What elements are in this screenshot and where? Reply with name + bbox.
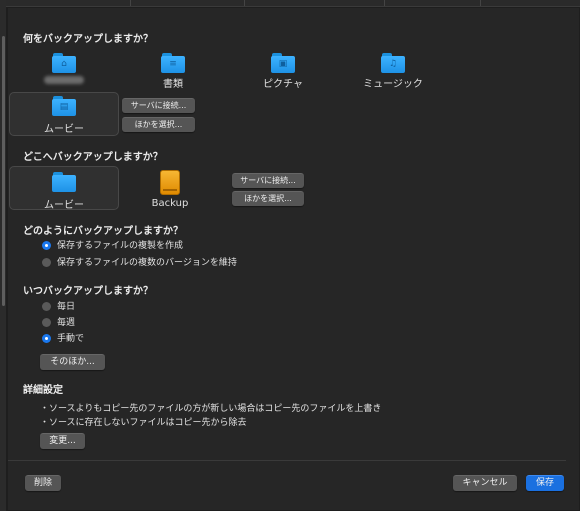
source-item-label: 書類 [163, 79, 183, 90]
folder-icon [52, 172, 76, 192]
radio-button[interactable] [42, 334, 51, 343]
movies-folder-icon: ▤ [52, 96, 76, 116]
source-item-documents[interactable]: ≡ 書類 [143, 53, 203, 90]
dest-item-backup-drive[interactable]: Backup [140, 170, 200, 209]
radio-label: 保存するファイルの複数のバージョンを維持 [57, 258, 237, 268]
top-toolbar-strip [0, 0, 580, 7]
source-item-pictures[interactable]: ▣ ピクチャ [253, 53, 313, 90]
radio-label: 毎週 [57, 318, 76, 328]
source-heading: 何をバックアップしますか？ [23, 34, 153, 45]
source-item-label: ミュージック [363, 79, 423, 90]
music-folder-icon: ♫ [381, 53, 405, 73]
save-button[interactable]: 保存 [526, 475, 564, 491]
sidebar-scrollbar[interactable] [0, 0, 6, 511]
source-connect-server-button[interactable]: サーバに接続... [122, 98, 195, 113]
details-heading: 詳細設定 [23, 385, 63, 396]
footer-divider [8, 460, 566, 461]
details-line: ・ソースよりもコピー先のファイルの方が新しい場合はコピー先のファイルを上書き [40, 404, 382, 414]
source-item-label: ムービー [44, 124, 84, 135]
dest-item-label: Backup [151, 198, 189, 209]
source-item-home[interactable]: ⌂ [34, 53, 94, 84]
external-drive-icon [160, 170, 180, 195]
details-line: ・ソースに存在しないファイルはコピー先から除去 [40, 418, 247, 428]
radio-label: 毎日 [57, 302, 76, 312]
source-item-music[interactable]: ♫ ミュージック [355, 53, 431, 90]
dest-choose-other-button[interactable]: ほかを選択... [232, 191, 304, 206]
source-item-movies[interactable]: ▤ ムービー [34, 96, 94, 135]
cancel-button[interactable]: キャンセル [453, 475, 517, 491]
dest-item-label: ムービー [44, 200, 84, 211]
radio-button[interactable] [42, 241, 51, 250]
schedule-heading: いつバックアップしますか？ [23, 286, 153, 297]
dest-item-movies[interactable]: ムービー [34, 172, 94, 211]
documents-folder-icon: ≡ [161, 53, 185, 73]
source-choose-other-button[interactable]: ほかを選択... [122, 117, 195, 132]
pictures-folder-icon: ▣ [271, 53, 295, 73]
scrollbar-thumb[interactable] [2, 36, 5, 306]
delete-button[interactable]: 削除 [25, 475, 61, 491]
details-change-button[interactable]: 変更... [40, 433, 85, 449]
schedule-more-button[interactable]: そのほか... [40, 354, 105, 370]
radio-button[interactable] [42, 318, 51, 327]
home-folder-icon: ⌂ [52, 53, 76, 73]
source-item-label: ピクチャ [263, 79, 303, 90]
radio-button[interactable] [42, 258, 51, 267]
blurred-username [44, 76, 84, 84]
radio-button[interactable] [42, 302, 51, 311]
method-heading: どのようにバックアップしますか？ [23, 226, 183, 237]
radio-label: 保存するファイルの複製を作成 [57, 241, 184, 251]
dest-connect-server-button[interactable]: サーバに接続... [232, 173, 304, 188]
radio-label: 手動で [57, 334, 85, 344]
dest-heading: どこへバックアップしますか？ [23, 152, 163, 163]
